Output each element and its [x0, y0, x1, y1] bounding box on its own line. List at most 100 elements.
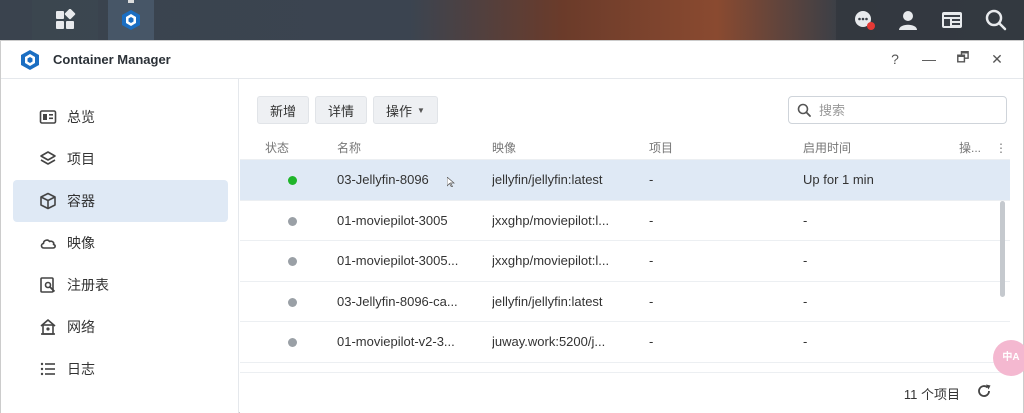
- taskbar: [0, 0, 1024, 40]
- sidebar: 总览 项目 容器 映像 注册表 网络 日志: [1, 79, 239, 413]
- sidebar-item-label: 网络: [67, 319, 95, 335]
- table-row[interactable]: 01-moviepilot-3005 jxxghp/moviepilot:l..…: [240, 201, 1010, 241]
- sidebar-item-label: 映像: [67, 235, 95, 251]
- restore-button[interactable]: 🗗: [953, 49, 973, 69]
- container-table: 状态 名称 映像 项目 启用时间 操... ⋮ 03-Jellyfin-8096…: [240, 136, 1010, 363]
- container-uptime: -: [803, 293, 808, 309]
- container-uptime: -: [803, 334, 808, 349]
- container-manager-logo-icon: [21, 49, 39, 70]
- sidebar-item-label: 日志: [67, 361, 95, 377]
- container-manager-window: Container Manager ? — 🗗 ✕ 总览 项目 容器 映像 注册…: [0, 40, 1024, 413]
- container-project: -: [649, 172, 654, 187]
- table-header: 状态 名称 映像 项目 启用时间 操... ⋮: [240, 136, 1010, 160]
- column-options-icon[interactable]: ⋮: [995, 141, 1009, 155]
- widgets-button[interactable]: [938, 6, 966, 34]
- status-stopped-dot: [288, 216, 297, 226]
- container-uptime: -: [803, 212, 808, 228]
- network-house-icon: [39, 318, 57, 336]
- column-header-image[interactable]: 映像: [492, 139, 632, 156]
- container-name: 01-moviepilot-v2-3...: [337, 334, 455, 349]
- window-titlebar[interactable]: Container Manager ? — 🗗 ✕: [1, 41, 1023, 79]
- close-button[interactable]: ✕: [987, 49, 1007, 69]
- overview-icon: [39, 108, 57, 126]
- container-name: 03-Jellyfin-8096-ca...: [337, 293, 458, 309]
- sidebar-item-label: 注册表: [67, 277, 109, 293]
- sidebar-item-registry[interactable]: 注册表: [13, 264, 228, 306]
- container-name: 01-moviepilot-3005: [337, 212, 448, 228]
- search-icon: [797, 103, 811, 117]
- search-box[interactable]: [788, 96, 1007, 124]
- user-button[interactable]: [894, 6, 922, 34]
- status-running-dot: [288, 176, 297, 185]
- table-row[interactable]: 03-Jellyfin-8096 jellyfin/jellyfin:lates…: [240, 160, 1010, 201]
- table-row[interactable]: 01-moviepilot-3005... jxxghp/moviepilot:…: [240, 241, 1010, 282]
- image-cloud-icon: [39, 234, 57, 252]
- refresh-icon[interactable]: [976, 383, 992, 399]
- container-name: 03-Jellyfin-8096: [337, 172, 429, 187]
- container-image: jellyfin/jellyfin:latest: [492, 293, 603, 309]
- container-name: 01-moviepilot-3005...: [337, 253, 459, 268]
- project-layers-icon: [39, 150, 57, 168]
- minimize-button[interactable]: —: [919, 49, 939, 69]
- taskbar-container-manager-button[interactable]: [108, 0, 154, 40]
- global-search-button[interactable]: [982, 6, 1010, 34]
- main-menu-button[interactable]: [32, 0, 98, 40]
- container-project: -: [649, 253, 654, 268]
- log-list-icon: [39, 360, 57, 378]
- actions-dropdown-button[interactable]: 操作 ▼: [373, 96, 438, 124]
- status-stopped-dot: [288, 297, 297, 307]
- sidebar-item-log[interactable]: 日志: [13, 348, 228, 390]
- container-project: -: [649, 212, 654, 228]
- table-row[interactable]: 01-moviepilot-v2-3... juway.work:5200/j.…: [240, 322, 1010, 363]
- column-header-status[interactable]: 状态: [265, 139, 315, 156]
- actions-label: 操作: [386, 103, 413, 119]
- mouse-cursor-icon: [447, 177, 455, 187]
- status-stopped-dot: [288, 338, 297, 347]
- table-scrollbar[interactable]: [1000, 201, 1005, 297]
- container-image: jxxghp/moviepilot:l...: [492, 212, 610, 228]
- help-button[interactable]: ?: [885, 49, 905, 69]
- notification-badge: [867, 22, 875, 30]
- sidebar-item-overview[interactable]: 总览: [13, 96, 228, 138]
- main-panel: 新增 详情 操作 ▼ 状态 名称 映像 项目 启用时间 操... ⋮: [240, 79, 1023, 413]
- taskbar-tray: [836, 0, 1024, 40]
- container-manager-logo-icon: [122, 10, 140, 30]
- container-image: juway.work:5200/j...: [492, 334, 606, 349]
- grid-menu-icon: [56, 9, 76, 29]
- sidebar-item-container[interactable]: 容器: [13, 180, 228, 222]
- sidebar-item-label: 容器: [67, 193, 95, 209]
- search-icon: [985, 9, 1007, 31]
- container-uptime: -: [803, 253, 808, 268]
- container-image: jxxghp/moviepilot:l...: [492, 253, 610, 268]
- column-header-project[interactable]: 项目: [649, 139, 749, 156]
- container-image: jellyfin/jellyfin:latest: [492, 172, 603, 187]
- sidebar-item-project[interactable]: 项目: [13, 138, 228, 180]
- sidebar-item-image[interactable]: 映像: [13, 222, 228, 264]
- sidebar-item-network[interactable]: 网络: [13, 306, 228, 348]
- window-title: Container Manager: [53, 52, 171, 67]
- item-count: 11 个项目: [903, 387, 960, 402]
- translate-badge[interactable]: 中A: [993, 340, 1024, 376]
- column-header-uptime[interactable]: 启用时间: [803, 139, 943, 156]
- container-project: -: [649, 334, 654, 349]
- container-cube-icon: [39, 192, 57, 210]
- table-row[interactable]: 03-Jellyfin-8096-ca... jellyfin/jellyfin…: [240, 282, 1010, 322]
- user-icon: [899, 11, 917, 30]
- new-button[interactable]: 新增: [257, 96, 310, 124]
- column-header-ops[interactable]: 操...: [959, 139, 989, 156]
- container-uptime: Up for 1 min: [803, 172, 874, 187]
- details-button[interactable]: 详情: [315, 96, 368, 124]
- toolbar: 新增 详情 操作 ▼: [257, 96, 438, 124]
- window-controls: ? — 🗗 ✕: [885, 49, 1007, 69]
- caret-down-icon: ▼: [417, 105, 425, 115]
- search-input[interactable]: [819, 102, 989, 118]
- widgets-icon: [942, 12, 962, 28]
- column-header-name[interactable]: 名称: [337, 139, 477, 156]
- status-stopped-dot: [288, 257, 297, 266]
- container-project: -: [649, 293, 654, 309]
- notification-button[interactable]: [850, 6, 878, 34]
- sidebar-item-label: 项目: [67, 151, 95, 167]
- table-footer: 11 个项目: [240, 372, 1010, 408]
- registry-search-icon: [39, 276, 57, 294]
- sidebar-item-label: 总览: [67, 109, 95, 125]
